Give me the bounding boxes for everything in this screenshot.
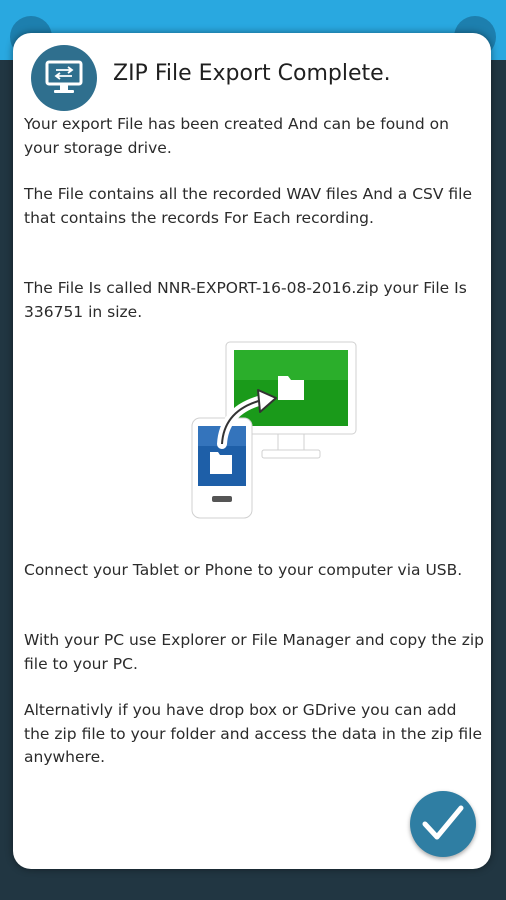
file-name-size-text: The File Is called NNR-EXPORT-16-08-2016…	[24, 279, 467, 321]
connect-usb-text: Connect your Tablet or Phone to your com…	[24, 561, 463, 579]
phone-to-computer-transfer-icon	[178, 340, 363, 520]
export-created-text: Your export File has been created And ca…	[24, 115, 449, 157]
cloud-instructions-text: Alternativly if you have drop box or GDr…	[24, 701, 482, 766]
computer-monitor-icon	[31, 45, 97, 111]
confirm-button[interactable]	[410, 791, 476, 857]
dialog-title: ZIP File Export Complete.	[113, 61, 391, 86]
checkmark-icon	[422, 805, 464, 840]
copy-instructions-text: With your PC use Explorer or File Manage…	[24, 631, 485, 673]
export-complete-dialog: ZIP File Export Complete. Your export Fi…	[13, 33, 491, 869]
file-contents-text: The File contains all the recorded WAV f…	[24, 185, 473, 227]
